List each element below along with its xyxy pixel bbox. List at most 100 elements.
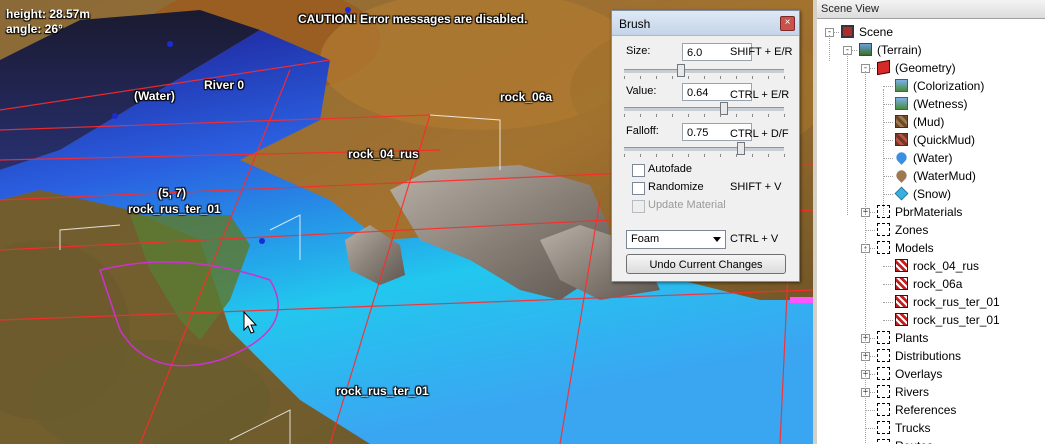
tree-item-label: (Snow): [913, 187, 952, 201]
tree-item[interactable]: Routes: [877, 437, 933, 444]
scene-icon: [841, 25, 854, 39]
model-icon: [895, 295, 908, 309]
folder-icon: [877, 421, 890, 435]
tree-item-label: (Terrain): [877, 43, 922, 57]
rock-04-rus-label[interactable]: rock_04_rus: [348, 147, 419, 161]
value-label: Value:: [626, 85, 657, 97]
tree-connector: [865, 410, 875, 411]
slider-tick: [672, 76, 673, 79]
tree-item[interactable]: (Snow): [894, 185, 952, 203]
tree-item[interactable]: (Water): [894, 149, 953, 167]
folder-icon: [877, 331, 890, 345]
tree-item[interactable]: Rivers: [877, 383, 929, 401]
tree-item[interactable]: (Mud): [895, 113, 944, 131]
tree-item[interactable]: (QuickMud): [895, 131, 975, 149]
tree-item[interactable]: (WaterMud): [894, 167, 976, 185]
slider-tick: [688, 154, 689, 157]
tree-item-label: Routes: [895, 439, 933, 444]
size-slider-thumb[interactable]: [677, 64, 685, 77]
brush-titlebar[interactable]: Brush ×: [612, 11, 799, 36]
falloff-slider-thumb[interactable]: [737, 142, 745, 155]
tree-item[interactable]: (Wetness): [895, 95, 967, 113]
scene-view-title: Scene View: [817, 0, 1045, 19]
slider-tick: [656, 154, 657, 157]
tree-guide: [829, 35, 830, 61]
tree-item[interactable]: (Geometry): [877, 59, 956, 77]
tree-item[interactable]: References: [877, 401, 956, 419]
tree-item-label: (Water): [913, 151, 953, 165]
tree-item[interactable]: Zones: [877, 221, 928, 239]
rock-rus-ter-01-label[interactable]: rock_rus_ter_01: [128, 202, 221, 216]
image-icon: [895, 97, 908, 111]
terrain-icon: [859, 43, 872, 57]
slider-tick: [752, 76, 753, 79]
tree-item[interactable]: Distributions: [877, 347, 961, 365]
tree-guide: [883, 89, 884, 215]
slider-tick: [736, 76, 737, 79]
tree-item-label: Overlays: [895, 367, 943, 381]
close-icon[interactable]: ×: [780, 16, 795, 31]
tree-item-label: rock_06a: [913, 277, 963, 291]
size-label: Size:: [626, 45, 651, 57]
slider-tick: [736, 154, 737, 157]
tree-connector: [883, 194, 893, 195]
falloff-label: Falloff:: [626, 125, 659, 137]
tree-connector: [883, 302, 893, 303]
tree-connector: [883, 86, 893, 87]
autofade-checkbox[interactable]: [632, 164, 645, 177]
size-slider[interactable]: [624, 64, 785, 79]
tree-connector: [883, 176, 893, 177]
model-icon: [895, 277, 908, 291]
tree-item[interactable]: rock_rus_ter_01: [895, 293, 1000, 311]
mud-texture-icon: [895, 115, 908, 129]
tree-item-label: rock_rus_ter_01: [913, 313, 1000, 327]
slider-tick: [656, 76, 657, 79]
tree-item-label: PbrMaterials: [895, 205, 963, 219]
tree-item-label: Models: [895, 241, 934, 255]
tree-item[interactable]: PbrMaterials: [877, 203, 962, 221]
tree-connector: [883, 320, 893, 321]
quickmud-texture-icon: [895, 133, 908, 147]
randomize-shortcut: SHIFT + V: [730, 181, 782, 193]
randomize-checkbox[interactable]: [632, 182, 645, 195]
water-label[interactable]: (Water): [134, 89, 175, 103]
tree-item[interactable]: Models: [877, 239, 934, 257]
tree-item[interactable]: rock_04_rus: [895, 257, 979, 275]
river-label[interactable]: River 0: [204, 78, 244, 92]
tree-item[interactable]: (Terrain): [859, 41, 922, 59]
falloff-slider[interactable]: [624, 142, 785, 157]
tree-item[interactable]: Trucks: [877, 419, 931, 437]
tree-item-label: (Geometry): [895, 61, 956, 75]
undo-changes-button[interactable]: Undo Current Changes: [626, 254, 786, 274]
tree-item[interactable]: (Colorization): [895, 77, 984, 95]
tree-item[interactable]: Plants: [877, 329, 928, 347]
tree-item-label: Zones: [895, 223, 929, 237]
material-select-value: Foam: [631, 233, 660, 245]
slider-tick: [704, 114, 705, 117]
tree-item[interactable]: rock_rus_ter_01: [895, 311, 1000, 329]
folder-icon: [877, 385, 890, 399]
slider-tick: [784, 76, 785, 79]
grid-coords-label: (5, 7): [158, 186, 187, 200]
tree-item-label: rock_rus_ter_01: [913, 295, 1000, 309]
rock-06a-label[interactable]: rock_06a: [500, 90, 552, 104]
slider-tick: [704, 76, 705, 79]
tree-item[interactable]: Scene: [841, 23, 893, 41]
value-slider[interactable]: [624, 102, 785, 117]
slider-tick: [720, 114, 721, 117]
slider-tick: [704, 154, 705, 157]
tree-item[interactable]: Overlays: [877, 365, 942, 383]
material-select[interactable]: Foam: [626, 230, 726, 249]
rock-rus-ter-01-label-2[interactable]: rock_rus_ter_01: [336, 384, 429, 398]
image-icon: [895, 79, 908, 93]
tree-item-label: Scene: [859, 25, 894, 39]
slider-tick: [672, 114, 673, 117]
tree-item[interactable]: rock_06a: [895, 275, 962, 293]
slider-tick: [624, 114, 625, 117]
tree-connector: [883, 140, 893, 141]
tree-item-label: References: [895, 403, 957, 417]
value-slider-thumb[interactable]: [720, 102, 728, 115]
tree-guide: [847, 53, 848, 215]
slider-tick: [720, 76, 721, 79]
terrain-viewport[interactable]: height: 28.57m angle: 26° CAUTION! Error…: [0, 0, 813, 444]
